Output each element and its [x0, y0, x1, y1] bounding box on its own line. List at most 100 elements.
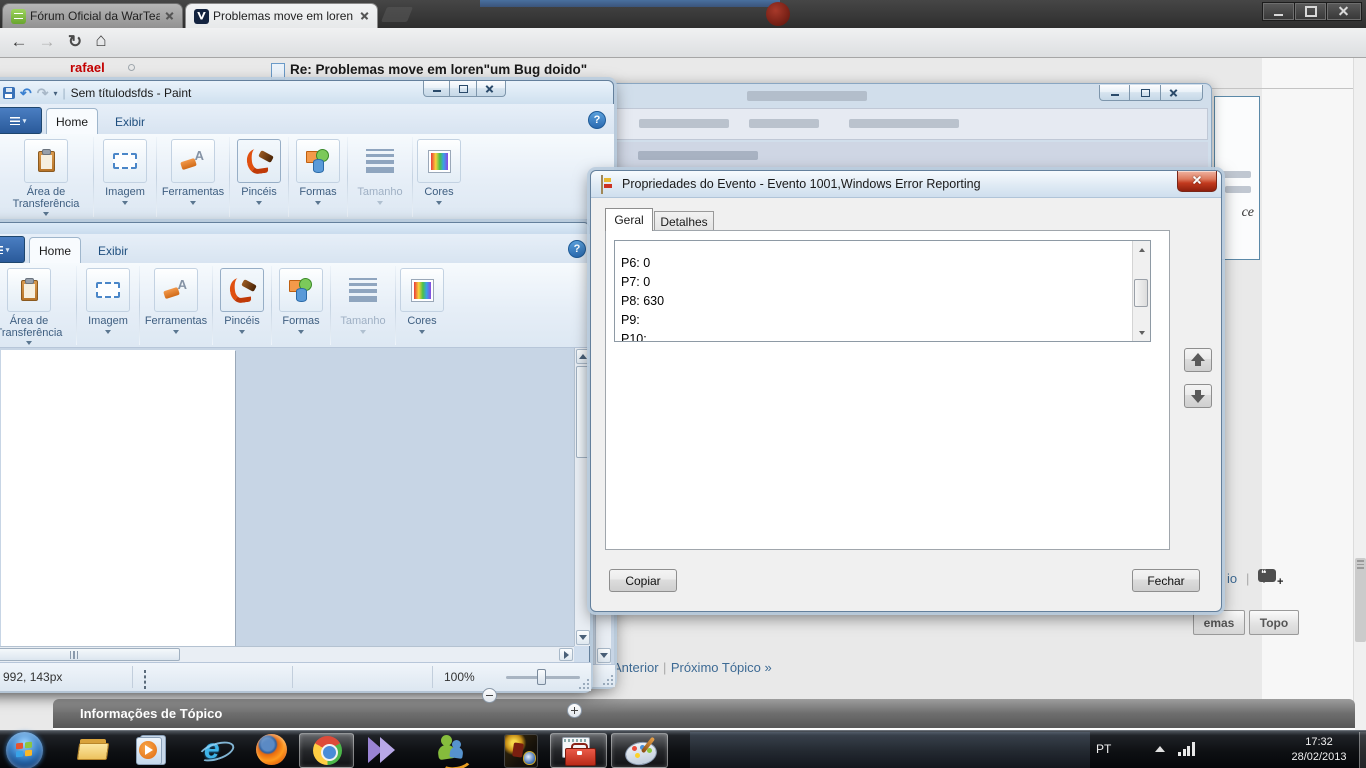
- previous-event-button[interactable]: [1184, 348, 1212, 372]
- previous-link[interactable]: Anterior: [613, 660, 659, 675]
- chrome-taskbar-button[interactable]: [299, 733, 354, 768]
- tab-close-icon[interactable]: [164, 10, 176, 22]
- redo-icon[interactable]: ↷: [37, 87, 49, 99]
- page-scrollbar[interactable]: [1353, 58, 1366, 730]
- tab-close-icon[interactable]: [359, 10, 371, 22]
- event-viewer-taskbar-button[interactable]: [550, 733, 607, 768]
- next-event-button[interactable]: [1184, 384, 1212, 408]
- resize-grip-icon[interactable]: [601, 673, 613, 685]
- topo-button[interactable]: Topo: [1249, 610, 1299, 635]
- resize-grip-icon[interactable]: [577, 677, 589, 689]
- tab-exibir[interactable]: Exibir: [104, 110, 156, 134]
- shapes-icon[interactable]: [296, 139, 340, 183]
- ribbon-group-shapes[interactable]: Formas: [275, 263, 327, 347]
- internet-explorer-icon[interactable]: e: [198, 733, 232, 767]
- tools-icon[interactable]: [154, 268, 198, 312]
- taskbar-clock[interactable]: 17:32 28/02/2013: [1276, 735, 1362, 765]
- paint-taskbar-button[interactable]: [611, 733, 668, 768]
- vertical-scrollbar[interactable]: [574, 348, 590, 646]
- ribbon-group-brushes[interactable]: Pincéis: [233, 134, 285, 219]
- ribbon-group-colors[interactable]: Cores: [399, 263, 445, 347]
- colors-icon[interactable]: [400, 268, 444, 312]
- ribbon-group-clipboard[interactable]: Área de Transferência: [2, 134, 90, 219]
- post-title[interactable]: Re: Problemas move em loren"um Bug doido…: [290, 62, 587, 77]
- paint-window-front[interactable]: ▾ Home Exibir ? Área de Transferência Im…: [0, 222, 590, 690]
- back-icon[interactable]: ←: [8, 31, 30, 53]
- brush-icon[interactable]: [220, 268, 264, 312]
- tab-exibir[interactable]: Exibir: [87, 239, 139, 263]
- messenger-icon[interactable]: [438, 734, 470, 766]
- browser-restore-button[interactable]: [1294, 2, 1327, 21]
- ribbon-group-brushes[interactable]: Pincéis: [216, 263, 268, 347]
- maximize-button[interactable]: [450, 81, 477, 97]
- clipboard-icon[interactable]: [7, 268, 51, 312]
- firefox-icon[interactable]: [256, 734, 287, 765]
- zoom-out-icon[interactable]: [482, 688, 497, 703]
- canvas[interactable]: [1, 350, 235, 646]
- language-indicator[interactable]: PT: [1096, 742, 1111, 756]
- minimize-button[interactable]: [1099, 85, 1130, 101]
- zoom-in-icon[interactable]: [567, 703, 582, 718]
- new-tab-button[interactable]: [381, 7, 413, 22]
- ribbon-group-image[interactable]: Imagem: [97, 134, 153, 219]
- maximize-button[interactable]: [1130, 85, 1161, 101]
- colors-icon[interactable]: [417, 139, 461, 183]
- paint-menu-button[interactable]: ▾: [0, 107, 42, 134]
- forward-icon[interactable]: →: [36, 31, 58, 53]
- dialog-close-button[interactable]: [1177, 171, 1217, 192]
- paint-menu-button[interactable]: ▾: [0, 236, 25, 263]
- windows-explorer-icon[interactable]: [78, 737, 110, 763]
- select-icon[interactable]: [86, 268, 130, 312]
- ribbon-group-tools[interactable]: Ferramentas: [143, 263, 209, 347]
- zoom-slider-thumb[interactable]: [537, 669, 546, 685]
- mu-game-icon[interactable]: [504, 734, 538, 768]
- show-desktop-button[interactable]: [1359, 732, 1366, 768]
- qat-dropdown-icon[interactable]: ▾: [53, 89, 57, 98]
- event-data-textarea[interactable]: P6: 0 P7: 0 P8: 630 P9: P10:: [614, 240, 1151, 342]
- ribbon-group-clipboard[interactable]: Área de Transferência: [0, 263, 73, 347]
- tab-geral[interactable]: Geral: [605, 208, 653, 231]
- help-icon[interactable]: ?: [588, 111, 606, 129]
- close-button[interactable]: [477, 81, 506, 97]
- kmplayer-icon[interactable]: [368, 737, 400, 763]
- ribbon-group-tools[interactable]: Ferramentas: [160, 134, 226, 219]
- media-player-icon[interactable]: [136, 735, 166, 765]
- next-topic-link[interactable]: Próximo Tópico »: [671, 660, 772, 675]
- browser-minimize-button[interactable]: [1262, 2, 1295, 21]
- help-icon[interactable]: ?: [568, 240, 586, 258]
- ribbon-group-image[interactable]: Imagem: [80, 263, 136, 347]
- network-signal-icon[interactable]: [1178, 742, 1195, 756]
- reply-link-fragment[interactable]: io: [1227, 571, 1237, 586]
- event-properties-dialog[interactable]: Propriedades do Evento - Evento 1001,Win…: [590, 170, 1222, 612]
- save-icon[interactable]: [3, 87, 15, 99]
- horizontal-scrollbar[interactable]: [0, 646, 574, 662]
- title-bar-sliver[interactable]: [0, 223, 589, 234]
- textarea-scrollbar[interactable]: [1132, 241, 1150, 341]
- ribbon-group-shapes[interactable]: Formas: [292, 134, 344, 219]
- problems-button-partial[interactable]: emas: [1193, 610, 1245, 635]
- clipboard-icon[interactable]: [24, 139, 68, 183]
- brush-icon[interactable]: [237, 139, 281, 183]
- minimize-button[interactable]: [423, 81, 450, 97]
- home-icon[interactable]: ⌂: [90, 30, 112, 52]
- title-bar[interactable]: ↶ ↷ ▾ | Sem títulodsfds - Paint: [0, 81, 613, 104]
- dialog-title-bar[interactable]: Propriedades do Evento - Evento 1001,Win…: [591, 171, 1221, 198]
- page-scrollbar-thumb[interactable]: [1355, 558, 1366, 642]
- select-icon[interactable]: [103, 139, 147, 183]
- fechar-button[interactable]: Fechar: [1132, 569, 1200, 592]
- browser-tab-thread[interactable]: Problemas move em loren: [185, 3, 378, 28]
- browser-tab-forum[interactable]: Fórum Oficial da WarTean: [2, 3, 183, 28]
- tab-detalhes[interactable]: Detalhes: [654, 211, 714, 231]
- undo-icon[interactable]: ↶: [20, 87, 32, 99]
- tab-home[interactable]: Home: [29, 237, 81, 264]
- canvas-area[interactable]: [0, 348, 590, 646]
- ribbon-group-colors[interactable]: Cores: [416, 134, 462, 219]
- tools-icon[interactable]: [171, 139, 215, 183]
- start-button[interactable]: [6, 732, 43, 768]
- shapes-icon[interactable]: [279, 268, 323, 312]
- browser-close-button[interactable]: [1326, 2, 1362, 21]
- hidden-icons-arrow[interactable]: [1155, 746, 1165, 752]
- reload-icon[interactable]: ↻: [64, 31, 86, 53]
- tab-home[interactable]: Home: [46, 108, 98, 135]
- copiar-button[interactable]: Copiar: [609, 569, 677, 592]
